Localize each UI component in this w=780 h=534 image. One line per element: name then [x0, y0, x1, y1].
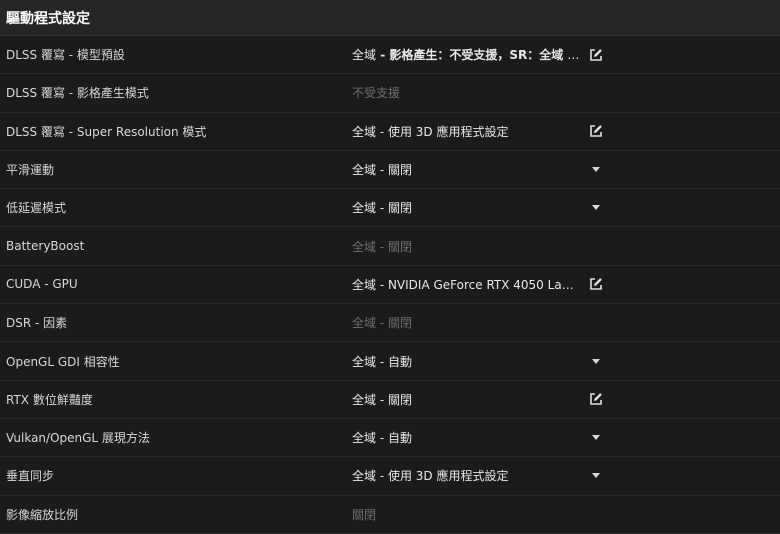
setting-row-image-scaling[interactable]: 影像縮放比例 關閉: [0, 496, 780, 534]
setting-row-dlss-frame-gen-mode[interactable]: DLSS 覆寫 - 影格產生模式 不受支援: [0, 74, 780, 113]
setting-label: CUDA - GPU: [6, 277, 78, 292]
edit-icon[interactable]: [586, 45, 606, 65]
setting-label: 平滑運動: [6, 163, 55, 178]
setting-row-dlss-super-resolution[interactable]: DLSS 覆寫 - Super Resolution 模式 全域 - 使用 3D…: [0, 113, 780, 151]
chevron-down-icon[interactable]: [586, 160, 606, 180]
setting-label: 影像縮放比例: [6, 507, 79, 522]
setting-value[interactable]: 全域 - 使用 3D 應用程式設定: [352, 467, 580, 484]
setting-label: DLSS 覆寫 - Super Resolution 模式: [6, 124, 207, 139]
edit-icon[interactable]: [586, 274, 606, 294]
setting-label: 低延遲模式: [6, 201, 67, 216]
setting-value: 全域 - 關閉: [352, 239, 412, 254]
setting-label: BatteryBoost: [6, 239, 85, 254]
chevron-down-icon[interactable]: [586, 351, 606, 371]
setting-row-cuda-gpu[interactable]: CUDA - GPU 全域 - NVIDIA GeForce RTX 4050 …: [0, 266, 780, 305]
setting-row-opengl-gdi-compat[interactable]: OpenGL GDI 相容性 全域 - 自動: [0, 342, 780, 381]
setting-row-dlss-model-preset[interactable]: DLSS 覆寫 - 模型預設 全域 - 影格產生：不受支援，SR：全域 - 預設…: [0, 36, 780, 75]
setting-value[interactable]: 全域 - 自動: [352, 429, 580, 446]
setting-value[interactable]: 全域 - 關閉: [352, 391, 580, 408]
chevron-down-icon[interactable]: [586, 428, 606, 448]
settings-header: 驅動程式設定: [0, 0, 780, 36]
setting-value: 全域 - 關閉: [352, 316, 412, 331]
setting-row-vsync[interactable]: 垂直同步 全域 - 使用 3D 應用程式設定: [0, 457, 780, 496]
setting-row-rtx-digital-vibrance[interactable]: RTX 數位鮮豔度 全域 - 關閉: [0, 381, 780, 419]
setting-label: OpenGL GDI 相容性: [6, 354, 120, 369]
setting-label: DLSS 覆寫 - 影格產生模式: [6, 86, 149, 101]
setting-value[interactable]: 全域 - 使用 3D 應用程式設定: [352, 123, 580, 140]
edit-icon[interactable]: [586, 389, 606, 409]
setting-label: RTX 數位鮮豔度: [6, 392, 93, 407]
page-title: 驅動程式設定: [6, 10, 90, 27]
chevron-down-icon[interactable]: [586, 466, 606, 486]
setting-row-vulkan-opengl-present[interactable]: Vulkan/OpenGL 展現方法 全域 - 自動: [0, 419, 780, 458]
setting-row-low-latency-mode[interactable]: 低延遲模式 全域 - 關閉: [0, 189, 780, 228]
chevron-down-icon[interactable]: [586, 198, 606, 218]
setting-value[interactable]: 全域 - 自動: [352, 353, 580, 370]
setting-value-detail: - 影格產生：不受支援，SR：全域 - 預設...: [380, 48, 580, 63]
setting-value[interactable]: 全域 - NVIDIA GeForce RTX 4050 Laptop G...: [352, 276, 580, 293]
setting-value-prefix: 全域: [352, 48, 377, 63]
edit-icon[interactable]: [586, 121, 606, 141]
setting-value[interactable]: 全域 - 關閉: [352, 199, 580, 216]
setting-value: 不受支援: [352, 86, 401, 101]
setting-row-batteryboost[interactable]: BatteryBoost 全域 - 關閉: [0, 227, 780, 266]
setting-label: 垂直同步: [6, 469, 55, 484]
setting-row-smooth-motion[interactable]: 平滑運動 全域 - 關閉: [0, 151, 780, 190]
setting-value[interactable]: 全域 - 關閉: [352, 161, 580, 178]
setting-label: Vulkan/OpenGL 展現方法: [6, 431, 150, 446]
setting-label: DLSS 覆寫 - 模型預設: [6, 48, 125, 63]
setting-value: 關閉: [352, 507, 377, 522]
setting-value[interactable]: 全域 - 影格產生：不受支援，SR：全域 - 預設...: [352, 46, 580, 63]
setting-label: DSR - 因素: [6, 316, 68, 331]
setting-row-dsr-factors[interactable]: DSR - 因素 全域 - 關閉: [0, 304, 780, 343]
settings-list: DLSS 覆寫 - 模型預設 全域 - 影格產生：不受支援，SR：全域 - 預設…: [0, 36, 780, 534]
